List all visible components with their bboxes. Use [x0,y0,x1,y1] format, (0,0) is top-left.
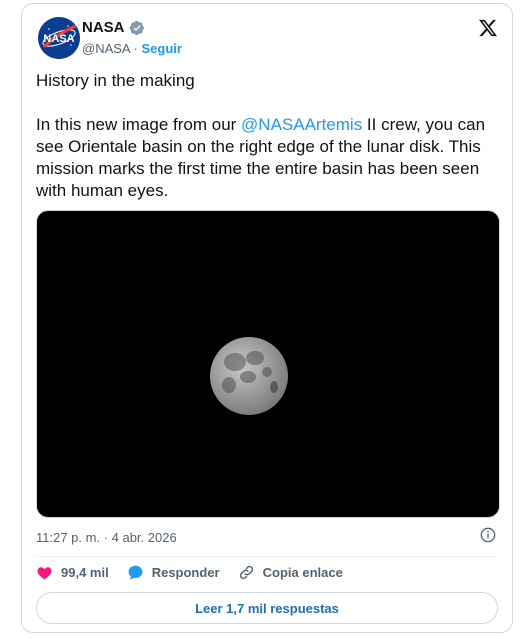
reply-button[interactable]: Responder [127,564,220,581]
x-logo-icon[interactable] [478,18,498,38]
tweet-timestamp[interactable]: 11:27 p. m. · 4 abr. 2026 [36,530,177,545]
heart-icon [37,567,52,580]
separator-dot: · [133,41,138,56]
reply-bubble-icon [128,565,143,580]
svg-text:NASA: NASA [43,33,74,45]
copy-link-label: Copia enlace [262,565,343,580]
verified-badge-icon [129,20,145,36]
moon-photo[interactable] [36,210,500,518]
read-replies-button[interactable]: Leer 1,7 mil respuestas [36,592,498,624]
follow-button[interactable]: Seguir [141,41,181,56]
author-handle[interactable]: @NASA [82,41,130,56]
link-icon [239,565,253,580]
like-button[interactable]: 99,4 mil [36,564,109,581]
nasa-logo-avatar[interactable]: NASA [38,17,80,59]
reply-label: Responder [151,565,220,580]
action-bar: 99,4 mil Responder Copia enlace [36,564,343,581]
handle-row: @NASA · Seguir [82,41,182,56]
tweet-paragraph-prefix: In this new image from our [36,115,242,134]
like-count: 99,4 mil [61,565,109,580]
tweet-text: History in the making In this new image … [36,70,501,202]
tweet-line-1: History in the making [36,71,195,90]
info-icon[interactable] [480,527,496,543]
tweet-card: NASA NASA @NASA · Seguir History in the … [21,3,513,633]
divider [36,556,498,557]
moon-disk [210,337,288,415]
author-name[interactable]: NASA [82,19,125,36]
copy-link-button[interactable]: Copia enlace [238,564,343,581]
tweet-paragraph: In this new image from our @NASAArtemis … [36,114,501,202]
mention-link[interactable]: @NASAArtemis [241,115,362,134]
